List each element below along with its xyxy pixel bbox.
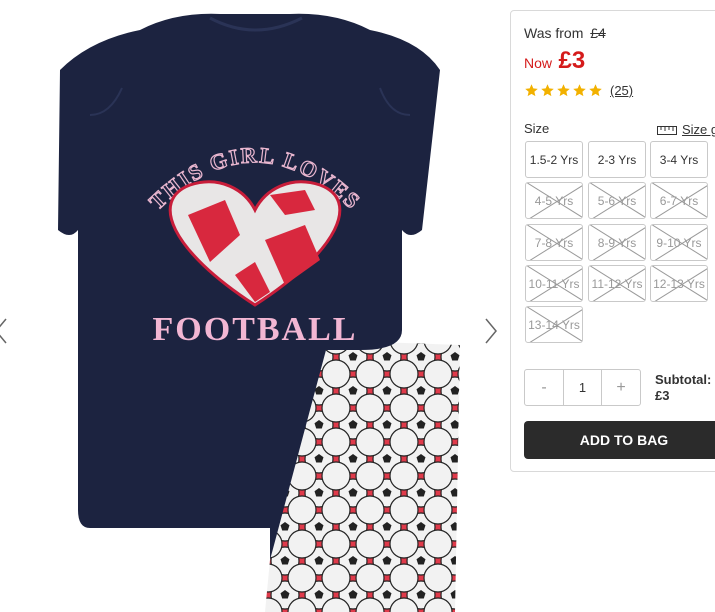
size-option: 7-8 Yrs (525, 224, 583, 261)
size-label: Size (524, 121, 550, 136)
product-image: THIS GIRL LOVES FOOTBALL (58, 13, 460, 612)
product-gallery: THIS GIRL LOVES FOOTBALL (0, 0, 505, 612)
star-icon (588, 83, 603, 98)
was-label: Was from (524, 25, 584, 41)
size-option: 4-5 Yrs (525, 182, 583, 219)
was-value: £4 (590, 25, 606, 41)
size-option: 12-13 Yrs (650, 265, 708, 302)
star-icon (572, 83, 587, 98)
size-option: 6-7 Yrs (650, 182, 708, 219)
size-guide-link[interactable]: Size gu (657, 122, 715, 137)
size-option-label: 2-3 Yrs (597, 152, 637, 167)
size-option-label: 11-12 Yrs (591, 276, 643, 291)
size-option-label: 7-8 Yrs (534, 235, 574, 250)
quantity-input[interactable] (563, 370, 602, 405)
size-option[interactable]: 1.5-2 Yrs (525, 141, 583, 178)
subtotal-value: £3 (655, 388, 670, 403)
size-option-label: 4-5 Yrs (534, 193, 574, 208)
size-option-label: 6-7 Yrs (659, 193, 699, 208)
now-price: Now £3 (524, 47, 585, 75)
ruler-icon (657, 125, 677, 135)
size-option: 13-14 Yrs (525, 306, 583, 343)
add-to-bag-button[interactable]: ADD TO BAG (524, 421, 715, 459)
purchase-panel: Was from £4 ◯ Now £3 (25) Size Size gu 1… (510, 10, 715, 472)
size-option-label: 1.5-2 Yrs (529, 152, 579, 167)
was-price: Was from £4 (524, 25, 606, 41)
size-option: 8-9 Yrs (588, 224, 646, 261)
svg-text:FOOTBALL: FOOTBALL (153, 311, 358, 348)
star-rating (524, 83, 604, 98)
star-icon (540, 83, 555, 98)
subtotal-label: Subtotal: (655, 372, 712, 387)
size-option-label: 13-14 Yrs (528, 317, 580, 332)
size-option: 5-6 Yrs (588, 182, 646, 219)
chevron-right-icon[interactable] (484, 318, 498, 344)
rating: (25) (524, 83, 633, 98)
size-option-label: 8-9 Yrs (597, 235, 637, 250)
size-option: 11-12 Yrs (588, 265, 646, 302)
size-option[interactable]: 2-3 Yrs (588, 141, 646, 178)
now-label: Now (524, 55, 553, 71)
size-option: 9-10 Yrs (650, 224, 708, 261)
size-option-label: 12-13 Yrs (653, 276, 705, 291)
size-option[interactable]: 3-4 Yrs (650, 141, 708, 178)
star-icon (556, 83, 571, 98)
size-option-label: 3-4 Yrs (659, 152, 699, 167)
star-icon (524, 83, 539, 98)
reviews-link[interactable]: (25) (610, 83, 633, 98)
chevron-left-icon[interactable] (0, 318, 8, 344)
size-option-label: 10-11 Yrs (528, 276, 580, 291)
now-value: £3 (558, 47, 586, 74)
quantity-stepper: - + (524, 369, 641, 406)
size-option: 10-11 Yrs (525, 265, 583, 302)
subtotal: Subtotal: £3 (655, 372, 711, 404)
increase-quantity-button[interactable]: + (602, 370, 640, 405)
decrease-quantity-button[interactable]: - (525, 370, 563, 405)
size-guide-label: Size gu (682, 122, 715, 137)
size-option-label: 9-10 Yrs (656, 235, 702, 250)
size-option-label: 5-6 Yrs (597, 193, 637, 208)
